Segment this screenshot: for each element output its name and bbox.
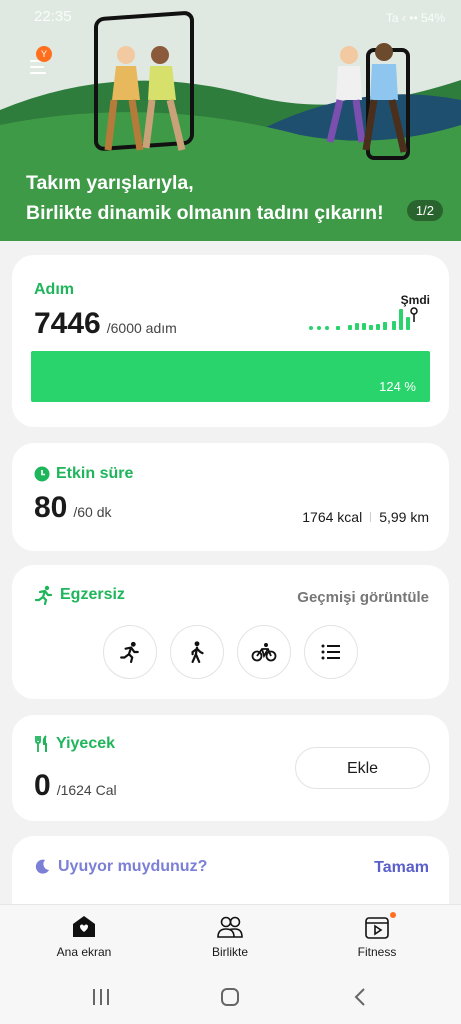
food-card[interactable]: Yiyecek 0 /1624 Cal Ekle [12, 715, 449, 821]
fitness-icon [364, 912, 396, 939]
avatar-badge: Y [36, 46, 52, 62]
recent-apps-button[interactable] [90, 986, 114, 1008]
start-running-button[interactable] [103, 625, 157, 679]
nav-fitness[interactable]: Fitness [317, 912, 437, 959]
system-navigation-bar [0, 970, 461, 1024]
sleep-title: Uyuyor muydunuz? [58, 858, 208, 875]
nav-together-label: Birlikte [211, 945, 248, 959]
walking-icon [191, 641, 204, 663]
steps-percent: 124 % [379, 379, 416, 394]
steps-card[interactable]: Adım 7446 /6000 adım Şmdi 124 % [12, 255, 449, 427]
notification-dot [390, 912, 396, 918]
nav-home-label: Ana ekran [56, 945, 112, 959]
status-icons: Ta ‹ •• 54% [385, 11, 445, 25]
active-value-row: 80 /60 dk [34, 491, 112, 525]
distance-value: 5,99 km [379, 509, 429, 525]
promo-banner[interactable]: 22:35 Ta ‹ •• 54% Y Takım yarışlarıyla, … [0, 0, 461, 241]
home-icon [71, 915, 97, 939]
food-goal: /1624 Cal [56, 782, 117, 798]
steps-progress-fill [31, 351, 430, 402]
view-history-link[interactable]: Geçmişi görüntüle [297, 589, 429, 606]
cycling-icon [251, 643, 277, 662]
exercise-title-row: Egzersiz [34, 585, 125, 605]
active-minutes: 80 [34, 491, 68, 524]
now-label: Şmdi [401, 293, 430, 323]
home-button[interactable] [219, 986, 243, 1008]
home-square-icon [221, 988, 239, 1006]
back-icon [354, 988, 365, 1006]
active-time-card[interactable]: Etkin süre 80 /60 dk 1764 kcal 5,99 km [12, 443, 449, 551]
now-text: Şmdi [400, 293, 430, 307]
active-title-row: Etkin süre [34, 465, 133, 483]
location-pin-icon [409, 307, 418, 322]
steps-progress-bar: 124 % [31, 351, 430, 402]
moon-icon [35, 859, 49, 874]
banner-headline-line2: Birlikte dinamik olmanın tadını çıkarın! [26, 202, 384, 224]
active-stats: 1764 kcal 5,99 km [302, 509, 429, 525]
status-bar: 22:35 Ta ‹ •• 54% [34, 8, 445, 28]
fork-knife-icon [35, 735, 47, 752]
steps-value-row: 7446 /6000 adım [34, 307, 177, 341]
banner-headline-line1: Takım yarışlarıyla, [26, 172, 194, 194]
status-time: 22:35 [34, 8, 72, 25]
nav-home[interactable]: Ana ekran [24, 915, 144, 959]
menu-button[interactable]: Y [28, 46, 56, 76]
exercise-title: Egzersiz [60, 586, 125, 603]
calories-value: 1764 kcal [302, 509, 363, 525]
active-title: Etkin süre [56, 465, 134, 482]
list-icon [321, 644, 340, 660]
active-goal: /60 dk [73, 504, 112, 520]
people-icon [217, 915, 243, 939]
start-cycling-button[interactable] [237, 625, 291, 679]
clock-icon [34, 466, 50, 482]
steps-count: 7446 [34, 307, 101, 340]
running-icon [120, 641, 139, 663]
running-icon [34, 585, 53, 605]
sleep-confirm-button[interactable]: Tamam [374, 859, 429, 877]
food-calories: 0 [34, 769, 51, 802]
nav-fitness-label: Fitness [357, 945, 397, 959]
food-value-row: 0 /1624 Cal [34, 769, 117, 803]
banner-headline: Takım yarışlarıyla, Birlikte dinamik olm… [26, 168, 384, 228]
menu-line [30, 72, 46, 74]
sleep-title-row: Uyuyor muydunuz? [34, 858, 207, 876]
menu-line [30, 66, 44, 68]
food-title-row: Yiyecek [34, 735, 115, 753]
exercise-card[interactable]: Egzersiz Geçmişi görüntüle [12, 565, 449, 699]
steps-title: Adım [34, 281, 74, 298]
steps-goal: /6000 adım [106, 320, 177, 336]
bottom-navigation: Ana ekran Birlikte Fitness [0, 904, 461, 970]
food-title: Yiyecek [56, 735, 116, 752]
start-walking-button[interactable] [170, 625, 224, 679]
banner-page-indicator: 1/2 [406, 200, 443, 221]
exercise-list-button[interactable] [304, 625, 358, 679]
stats-divider [370, 512, 372, 522]
back-button[interactable] [350, 986, 374, 1008]
add-food-button[interactable]: Ekle [295, 747, 430, 789]
nav-together[interactable]: Birlikte [170, 915, 290, 959]
recent-apps-icon [93, 989, 109, 1005]
